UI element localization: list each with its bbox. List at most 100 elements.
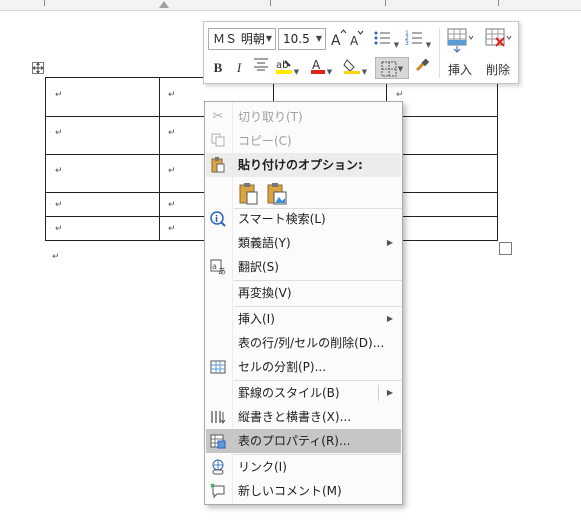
cell-end-mark: ↵ [55,90,63,100]
menu-item-label: 翻訳(S) [238,260,279,274]
italic-icon[interactable]: I [231,57,247,79]
menu-item-label: 表の行/列/セルの削除(D)... [238,336,385,350]
delete-button[interactable]: 削除 [480,26,516,80]
svg-text:3: 3 [405,40,409,47]
menu-paste-options-header: 貼り付けのオプション: [206,153,401,177]
menu-item-smart-lookup[interactable]: i スマート検索(L) [206,207,401,231]
borders-icon[interactable]: ▼ [375,57,409,79]
insert-label: 挿入 [447,63,472,77]
menu-item-label: コピー(C) [238,134,292,148]
delete-label: 削除 [485,63,510,77]
menu-item-label: 再変換(V) [238,286,292,300]
text-direction-icon [210,409,226,425]
menu-item-new-comment[interactable]: 新しいコメント(M) [206,479,401,503]
menu-item-label: 貼り付けのオプション: [238,158,363,172]
menu-item-label: スマート検索(L) [238,212,326,226]
toolbar-separator [439,28,440,78]
new-comment-icon [210,483,226,499]
font-name-combo[interactable]: ＭＳ 明朝 ▼ [208,28,276,50]
submenu-arrow-icon: ▶ [386,388,393,397]
ruler-indent-marker[interactable] [159,1,169,8]
cell-end-mark: ↵ [168,166,176,176]
cell-end-mark: ↵ [55,166,63,176]
insert-table-icon [447,28,474,53]
menu-item-text-direction[interactable]: 縦書きと横書き(X)... [206,405,401,429]
menu-item-label: 表のプロパティ(R)... [238,434,351,448]
highlight-icon[interactable]: ab ▼ [274,57,300,79]
menu-item-label: 切り取り(T) [238,110,303,124]
cell-end-mark: ↵ [55,200,63,210]
center-align-icon[interactable] [252,57,270,79]
table-resize-handle[interactable] [499,242,512,255]
cell-end-mark: ↵ [396,90,404,100]
menu-item-synonyms[interactable]: 類義語(Y) ▶ [206,231,401,255]
menu-item-link[interactable]: リンク(I) [206,455,401,479]
delete-table-icon [485,28,512,47]
menu-item-split-cells[interactable]: セルの分割(P)... [206,355,401,379]
info-search-icon: i [210,211,226,227]
table-column-border [159,78,160,240]
menu-item-label: 新しいコメント(M) [238,484,342,498]
submenu-arrow-icon: ▶ [386,238,393,247]
ruler-marker [385,0,386,6]
menu-item-reconvert[interactable]: 再変換(V) [206,281,401,305]
chevron-down-icon: ▼ [293,67,300,76]
paste-keep-formatting-icon[interactable] [238,182,260,209]
menu-item-label: セルの分割(P)... [238,360,327,374]
menu-item-copy[interactable]: コピー(C) [206,129,401,153]
shading-icon[interactable]: ▼ [342,57,368,79]
font-size-combo[interactable]: 10.5 ▼ [278,28,326,50]
insert-button[interactable]: 挿入 [442,26,478,80]
cell-end-mark: ↵ [168,128,176,138]
horizontal-ruler[interactable] [0,0,581,11]
menu-item-label: 罫線のスタイル(B) [238,386,340,400]
svg-text:あ: あ [218,267,226,275]
menu-item-label: 類義語(Y) [238,236,291,250]
menu-item-delete-cells[interactable]: 表の行/列/セルの削除(D)... [206,331,401,355]
menu-item-label: 縦書きと横書き(X)... [238,410,352,424]
cell-end-mark: ↵ [55,128,63,138]
menu-item-insert[interactable]: 挿入(I) ▶ [206,307,401,331]
svg-text:A: A [312,58,321,72]
svg-text:i: i [215,215,218,225]
menu-item-table-properties[interactable]: 表のプロパティ(R)... [206,429,401,453]
menu-item-label: リンク(I) [238,460,287,474]
scissors-icon: ✂ [212,109,224,124]
paste-picture-icon[interactable] [266,182,288,209]
svg-text:A: A [350,34,359,48]
chevron-down-icon: ▼ [361,67,368,76]
paragraph-mark: ↵ [52,252,60,262]
chevron-down-icon: ▼ [326,67,333,76]
cell-end-mark: ↵ [168,200,176,210]
svg-text:A: A [331,33,341,48]
bullets-icon[interactable]: ▼ [371,28,401,50]
font-color-icon[interactable]: A ▼ [308,57,334,79]
paste-options-row [206,179,401,209]
paste-icon [210,157,226,173]
cell-end-mark: ↵ [55,224,63,234]
cell-end-mark: ↵ [168,90,176,100]
format-painter-icon[interactable] [413,57,431,79]
chevron-down-icon: ▼ [397,65,404,73]
menu-item-label: 挿入(I) [238,312,275,326]
mini-toolbar: ＭＳ 明朝 ▼ 10.5 ▼ A A ▼ 1 2 3 ▼ B I ab ▼ A ▼ ▼ ▼ [203,21,519,84]
grow-font-icon[interactable]: A [331,28,347,50]
submenu-split-divider [378,385,379,401]
ruler-marker [44,0,45,6]
font-name-value: ＭＳ 明朝 [213,32,265,46]
numbering-icon[interactable]: 1 2 3 ▼ [403,28,433,50]
submenu-arrow-icon: ▶ [386,314,393,323]
context-menu: ✂ 切り取り(T) コピー(C) 貼り付けのオプション: i スマート検索(L)… [204,101,403,505]
ruler-marker [270,0,271,6]
menu-item-cut[interactable]: ✂ 切り取り(T) [206,105,401,129]
table-move-handle[interactable] [32,62,44,74]
split-cells-icon [210,359,226,375]
svg-text:a: a [212,262,217,271]
bold-icon[interactable]: B [210,57,226,79]
menu-item-translate[interactable]: aあ 翻訳(S) [206,255,401,279]
chevron-down-icon: ▼ [393,40,400,49]
table-properties-icon [210,433,226,449]
copy-icon [210,133,226,149]
menu-item-border-styles[interactable]: 罫線のスタイル(B) ▶ [206,381,401,405]
shrink-font-icon[interactable]: A [350,28,364,50]
